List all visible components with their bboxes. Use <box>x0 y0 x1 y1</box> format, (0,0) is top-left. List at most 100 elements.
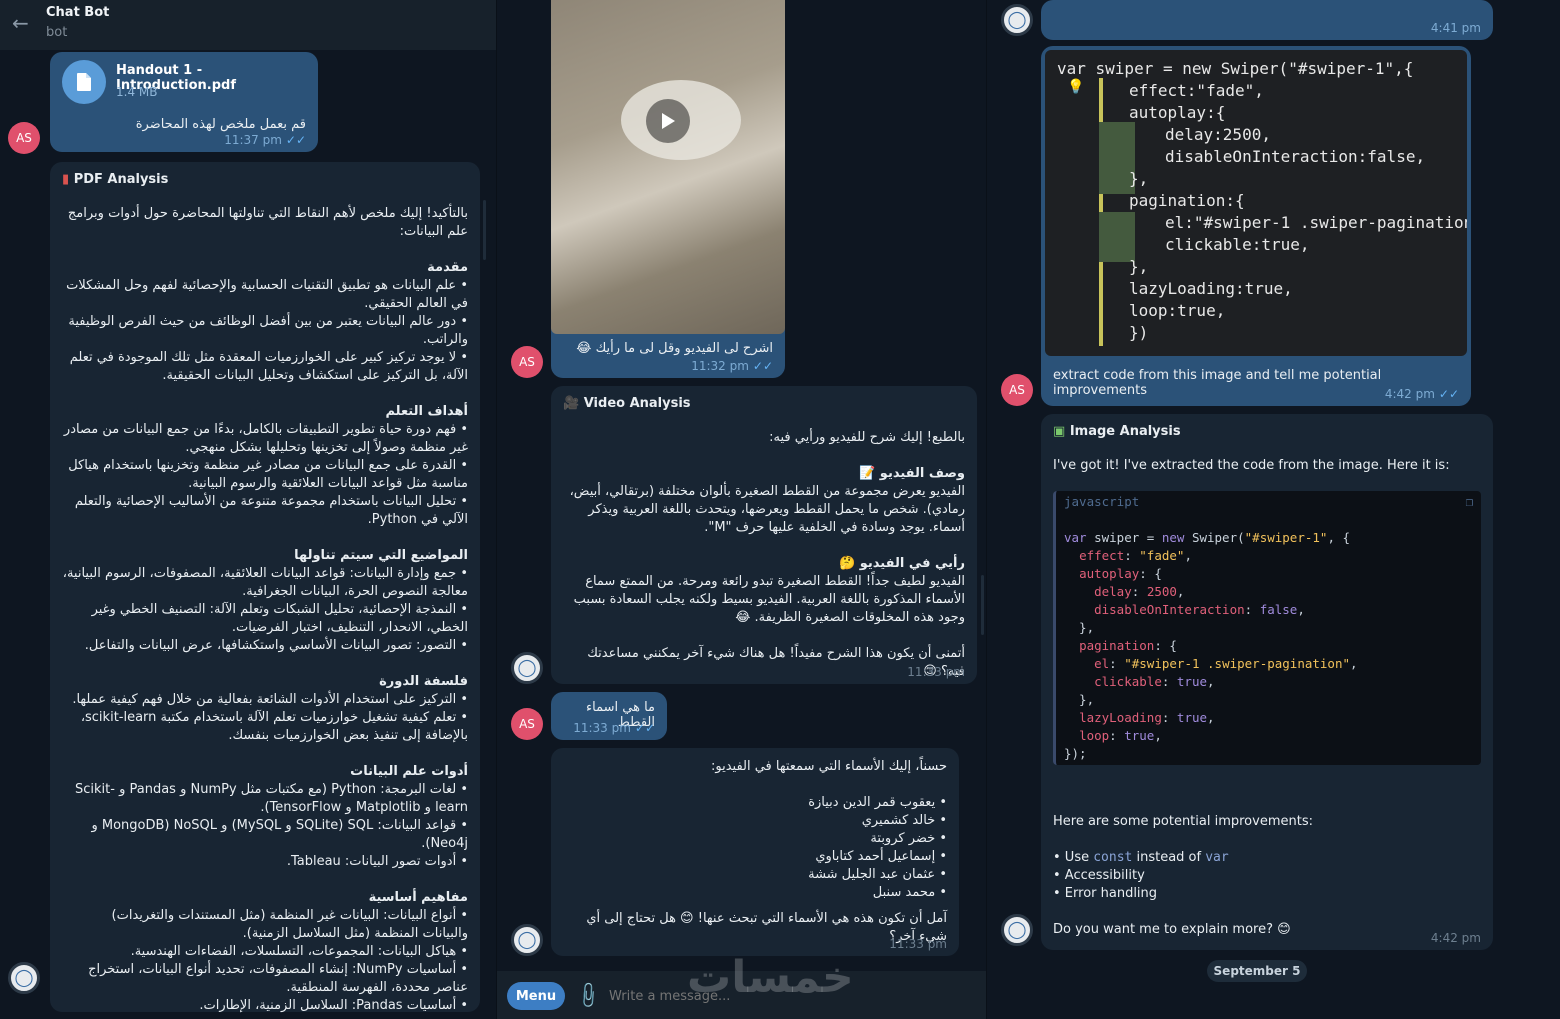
user-avatar[interactable]: AS <box>511 346 543 378</box>
file-caption: قم بعمل ملخص لهذه المحاضرة <box>135 117 306 132</box>
section-item: • جمع وإدارة البيانات: قواعد البيانات ال… <box>62 566 468 599</box>
analysis-intro: I've got it! I've extracted the code fro… <box>1053 458 1450 473</box>
image-analysis-message: ▣ Image Analysis I've got it! I've extra… <box>1041 414 1493 950</box>
section-item: • القدرة على جمع البيانات من مصادر غير م… <box>68 458 468 491</box>
section-item: • التصور: تصور البيانات الأساسي واستكشاف… <box>84 638 468 653</box>
section-item: • التركيز على استخدام الأدوات الشائعة بف… <box>72 692 468 707</box>
user-avatar[interactable]: AS <box>8 122 40 154</box>
message-time: 11:37 pm ✓✓ <box>224 133 306 147</box>
photo-code-line: clickable:true, <box>1165 235 1310 254</box>
section-item: • قواعد البيانات: SQL (SQLite و MySQL) و… <box>91 818 468 851</box>
chat-panel-image: 4:41 pm ◯ 💡 var swiper = new Swiper("#sw… <box>986 0 1560 1019</box>
section-item: • النمذجة الإحصائية، تحليل الشبكات وتعلم… <box>91 602 468 635</box>
section-title: مقدمة <box>427 260 468 275</box>
photo-code-line: var swiper = new Swiper("#swiper-1",{ <box>1057 59 1414 78</box>
closing-text: أتمنى أن يكون هذا الشرح مفيداً! هل هناك … <box>587 646 965 679</box>
menu-button[interactable]: Menu <box>507 982 565 1010</box>
names-intro: حسناً، إليك الأسماء التي سمعتها في الفيد… <box>710 759 947 774</box>
message-time: 11:33 pm <box>907 665 965 679</box>
section-title: مفاهيم أساسية <box>368 890 468 905</box>
description-title: وصف الفيديو 📝 <box>859 466 965 481</box>
photo-code-line: autoplay:{ <box>1129 103 1226 122</box>
document-icon[interactable] <box>62 60 106 104</box>
opinion-title: رأيي في الفيديو 🤔 <box>839 556 965 571</box>
photo-code-line: loop:true, <box>1129 301 1226 320</box>
improvement-item: • Accessibility <box>1053 868 1145 883</box>
section-item: • تحليل البيانات باستخدام مجموعة متنوعة … <box>74 494 468 527</box>
code-language: javascript <box>1064 494 1140 509</box>
camera-icon: 🎥 <box>563 396 580 411</box>
chat-panel-pdf: ← Chat Bot bot Handout 1 - Introduction.… <box>0 0 496 1019</box>
photo-code-line: disableOnInteraction:false, <box>1165 147 1426 166</box>
section-item: • تعلم كيفية تشغيل خوارزميات تعلم الآلة … <box>80 710 468 743</box>
user-avatar[interactable]: AS <box>1001 374 1033 406</box>
name-item: • يعقوب قمر الدين دبيازة <box>808 795 947 810</box>
code-block-header: javascript ❐ <box>1064 493 1473 511</box>
photo-code-line: }, <box>1129 257 1149 276</box>
section-title: أدوات علم البيانات <box>350 764 468 779</box>
video-message[interactable]: اشرح لى الفيديو وقل لى ما رأيك 😂 11:32 p… <box>551 0 785 378</box>
read-ticks-icon: ✓✓ <box>752 359 773 373</box>
file-message[interactable]: Handout 1 - Introduction.pdf 1.4 MB قم ب… <box>50 52 318 152</box>
copy-icon[interactable]: ❐ <box>1465 493 1473 511</box>
scrollbar[interactable] <box>981 575 984 635</box>
photo-code-lines: var swiper = new Swiper("#swiper-1",{ eff… <box>1057 58 1467 344</box>
analysis-intro: بالتأكيد! إليك ملخص لأهم النقاط التي تنا… <box>67 206 468 239</box>
video-caption: اشرح لى الفيديو وقل لى ما رأيك 😂 <box>576 341 773 356</box>
section-item: • هياكل البيانات: المجموعات، التسلسلات، … <box>130 944 468 959</box>
section-title: فلسفة الدورة <box>379 674 468 689</box>
section-item: • لغات البرمجة: Python (مع مكتبات مثل Nu… <box>74 782 468 815</box>
read-ticks-icon: ✓✓ <box>634 721 655 735</box>
photo-code-line: effect:"fade", <box>1129 81 1264 100</box>
code-photo[interactable]: 💡 var swiper = new Swiper("#swiper-1",{e… <box>1045 50 1467 356</box>
photo-code-line: }, <box>1129 169 1149 188</box>
video-thumbnail[interactable] <box>551 0 785 334</box>
bot-avatar[interactable]: ◯ <box>8 962 40 994</box>
chat-header: ← Chat Bot bot <box>0 0 496 50</box>
message-time: 4:42 pm <box>1430 931 1481 945</box>
watermark-logo: خمسات <box>687 952 854 1003</box>
attach-icon[interactable]: 📎 <box>573 980 604 1011</box>
section-item: • أساسيات Pandas: السلاسل الزمنية، الإطا… <box>199 998 468 1013</box>
analysis-title: ▣ Image Analysis <box>1053 424 1181 439</box>
back-arrow-icon[interactable]: ← <box>12 11 29 35</box>
play-icon[interactable] <box>646 99 690 143</box>
closing-text: Do you want me to explain more? 😊 <box>1053 922 1291 937</box>
bot-avatar[interactable]: ◯ <box>511 924 543 956</box>
code-content: var swiper = new Swiper("#swiper-1", { e… <box>1064 530 1358 761</box>
analysis-title: ▮ PDF Analysis <box>62 172 169 187</box>
section-item: • علم البيانات هو تطبيق التقنيات الحسابي… <box>66 278 468 311</box>
section-item: • أساسيات NumPy: إنشاء المصفوفات، تحديد … <box>88 962 468 995</box>
chat-panel-video: اشرح لى الفيديو وقل لى ما رأيك 😂 11:32 p… <box>496 0 986 1019</box>
bot-avatar[interactable]: ◯ <box>511 652 543 684</box>
date-pill: September 5 <box>1207 960 1307 982</box>
improvements-intro: Here are some potential improvements: <box>1053 814 1313 829</box>
opinion-text: الفيديو لطيف جداً! القطط الصغيرة تبدو را… <box>573 574 965 625</box>
bot-avatar[interactable]: ◯ <box>1001 914 1033 946</box>
section-item: • دور عالم البيانات يعتبر من بين أفضل ال… <box>68 314 468 347</box>
pdf-analysis-message: ▮ PDF Analysis بالتأكيد! إليك ملخص لأهم … <box>50 162 480 1013</box>
message-time: 11:33 pm ✓✓ <box>573 721 655 735</box>
photo-message[interactable]: 💡 var swiper = new Swiper("#swiper-1",{e… <box>1041 46 1471 406</box>
video-analysis-message: 🎥 Video Analysis بالطبع! إليك شرح للفيدي… <box>551 386 977 684</box>
bot-avatar[interactable]: ◯ <box>1001 4 1033 36</box>
section-item: • أنواع البيانات: البيانات غير المنظمة (… <box>111 908 468 941</box>
scrollbar[interactable] <box>483 200 486 260</box>
question-message[interactable]: ما هي اسماء القطط 11:33 pm ✓✓ <box>551 692 667 740</box>
read-ticks-icon: ✓✓ <box>285 133 306 147</box>
message-time: 11:33 pm <box>889 937 947 951</box>
code-block: javascript ❐ var swiper = new Swiper("#sw… <box>1053 491 1481 765</box>
previous-message[interactable]: 4:41 pm <box>1041 0 1493 40</box>
section-item: • فهم دورة حياة تطوير التطبيقات بالكامل،… <box>63 422 468 455</box>
photo-code-line: pagination:{ <box>1129 191 1245 210</box>
read-ticks-icon: ✓✓ <box>1438 387 1459 401</box>
user-avatar[interactable]: AS <box>511 708 543 740</box>
photo-code-line: }) <box>1129 323 1149 342</box>
file-size: 1.4 MB <box>116 85 158 99</box>
analysis-title: 🎥 Video Analysis <box>563 396 691 411</box>
photo-code-line: el:"#swiper-1 .swiper-pagination", <box>1165 213 1467 232</box>
name-item: • إسماعيل أحمد كتاباوي <box>815 849 947 864</box>
section-item: • أدوات تصور البيانات: Tableau. <box>286 854 468 869</box>
name-item: • خضر كروبتة <box>870 831 947 846</box>
improvement-item: • Error handling <box>1053 886 1158 901</box>
